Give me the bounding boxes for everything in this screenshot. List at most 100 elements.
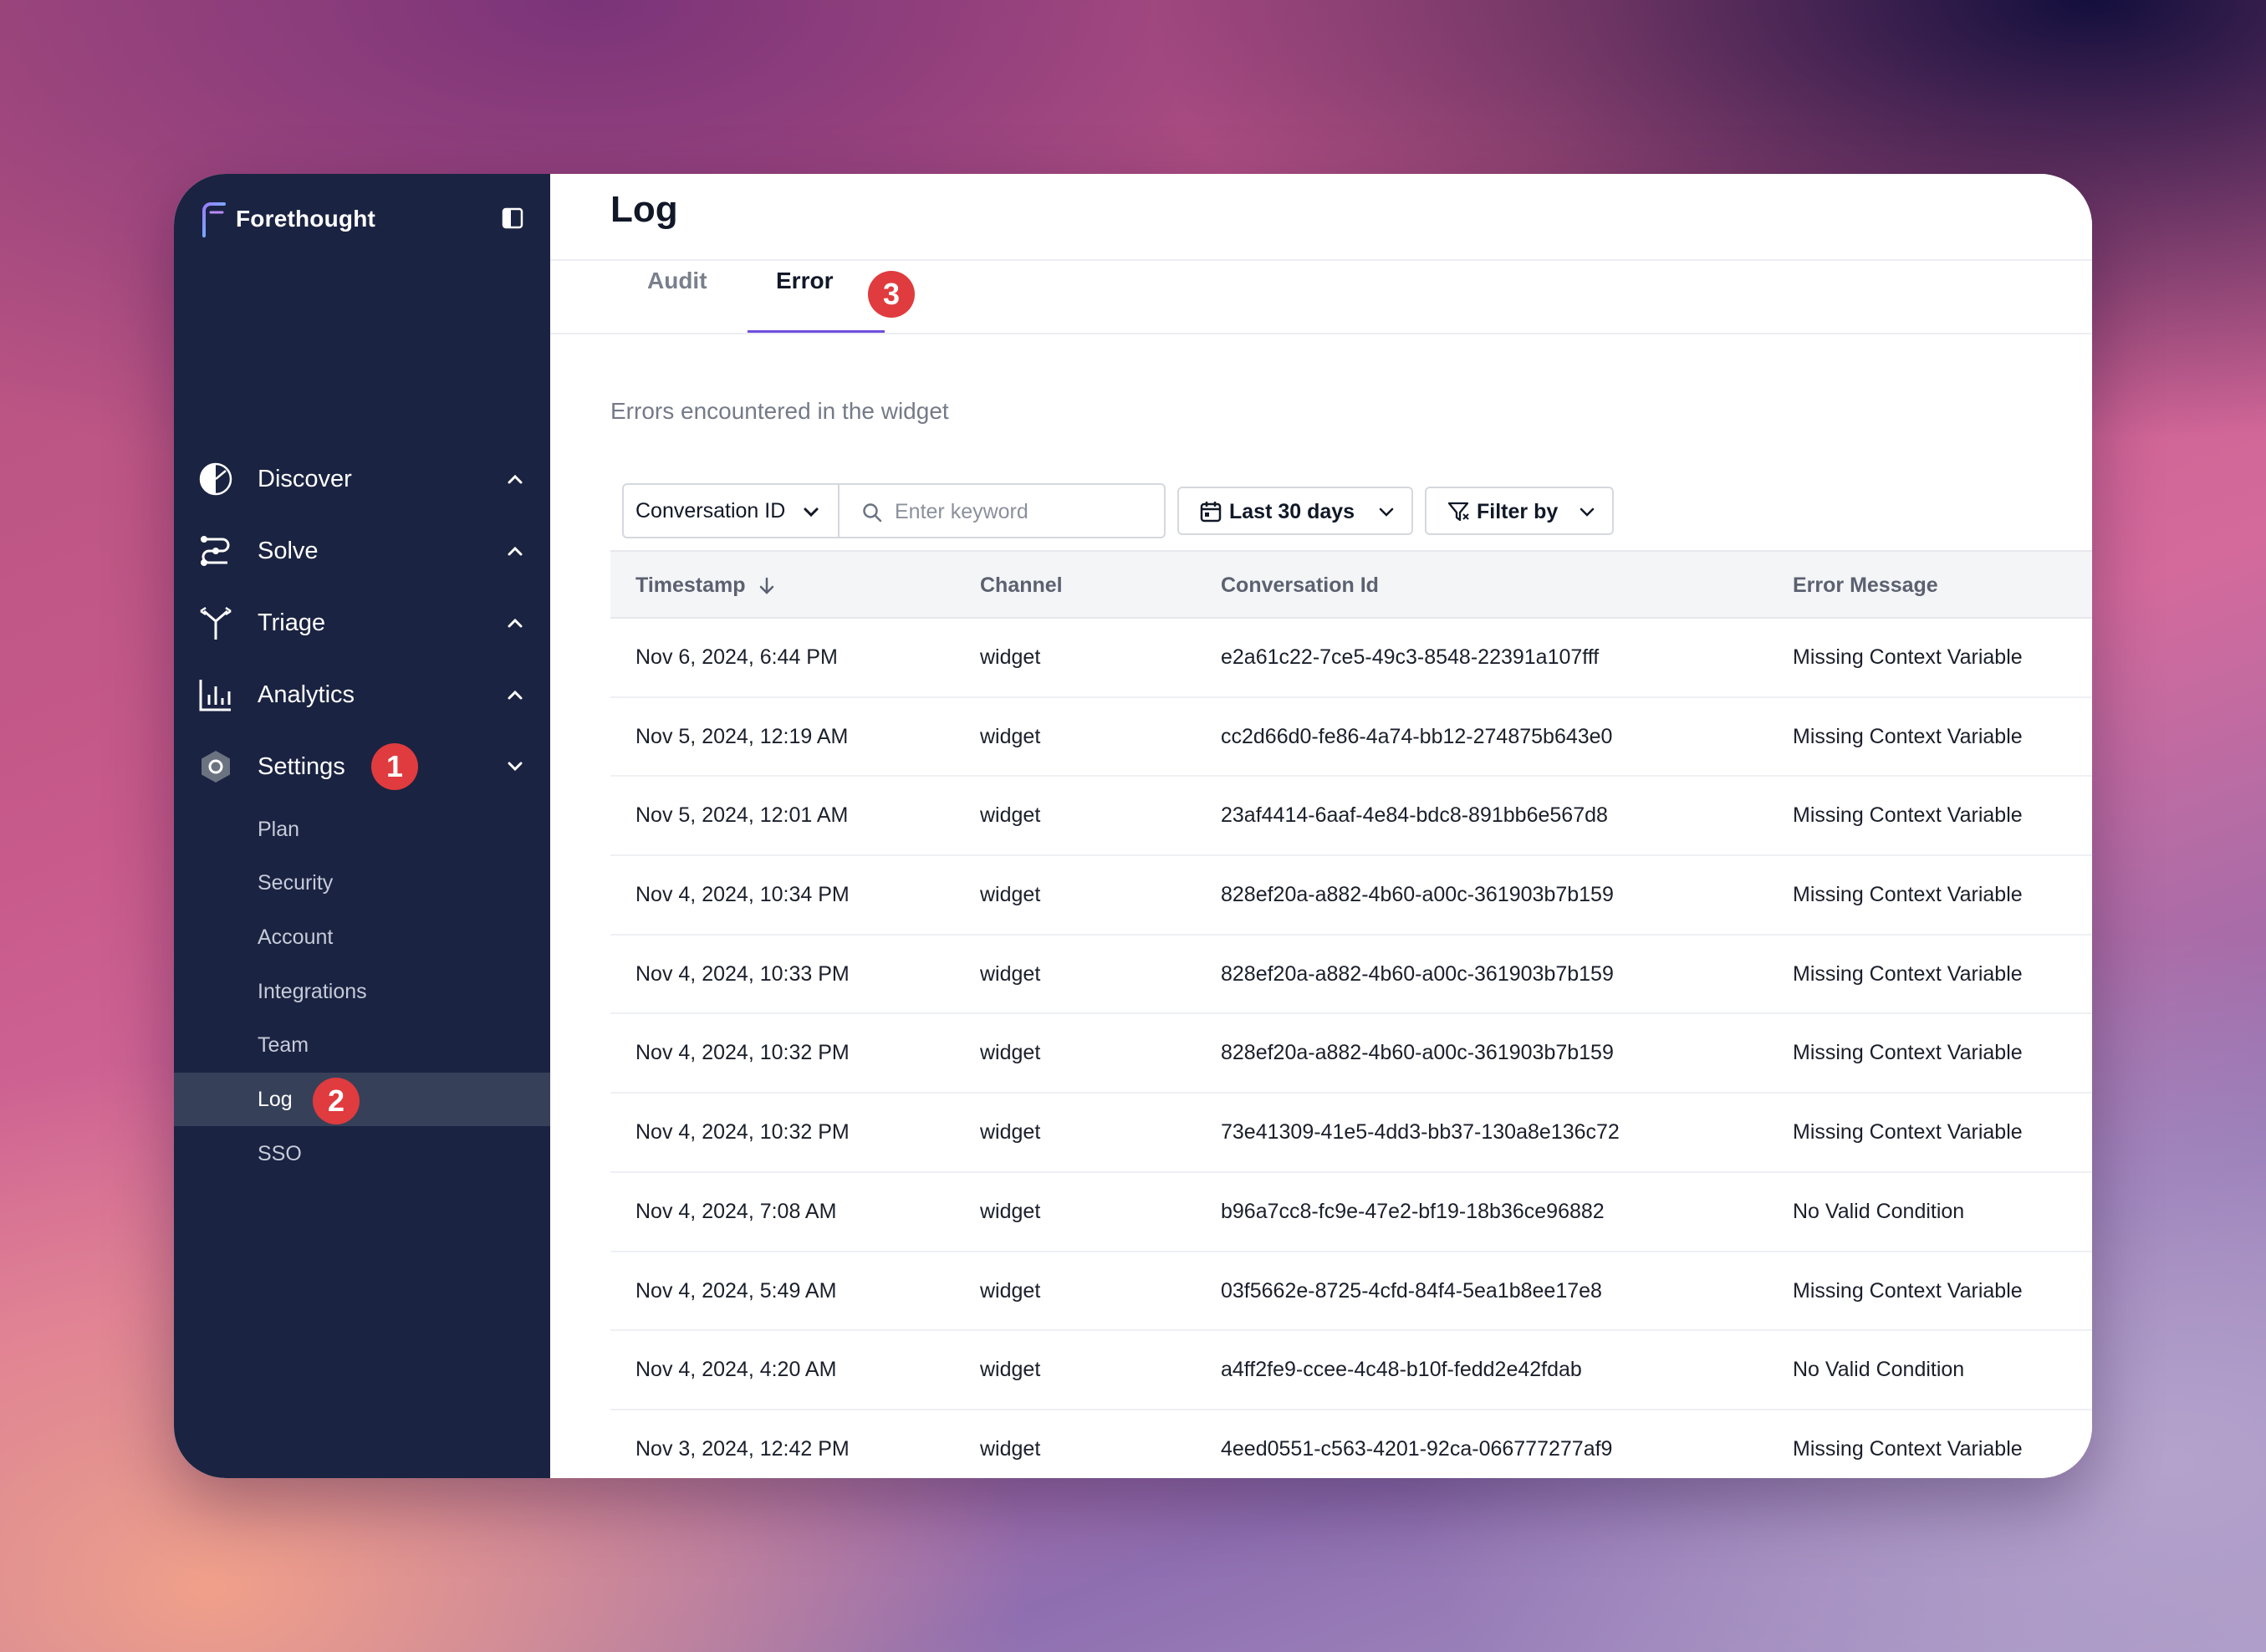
brand[interactable]: Forethought xyxy=(197,199,375,239)
page-title: Log xyxy=(610,189,678,230)
column-header-timestamp[interactable]: Timestamp xyxy=(635,574,746,598)
filter-dropdown[interactable]: Filter by xyxy=(1425,487,1614,535)
nav-solve[interactable]: Solve xyxy=(174,523,550,579)
cell-conversation-id[interactable]: 828ef20a-a882-4b60-a00c-361903b7b159 xyxy=(1221,1041,1614,1065)
table-header: Timestamp Channel Conversation Id Error … xyxy=(610,550,2092,619)
table-body: Nov 6, 2024, 6:44 PM widget e2a61c22-7ce5-… xyxy=(610,619,2092,1478)
filter-icon xyxy=(1447,502,1469,522)
cell-conversation-id[interactable]: cc2d66d0-fe86-4a74-bb12-274875b643e0 xyxy=(1221,725,1612,749)
sub-item-log[interactable]: Log xyxy=(174,1073,550,1126)
table-row[interactable]: Nov 4, 2024, 10:34 PM widget 828ef20a-a882… xyxy=(610,856,2092,936)
table-row[interactable]: Nov 4, 2024, 10:32 PM widget 73e41309-41e5… xyxy=(610,1094,2092,1173)
nav-settings[interactable]: Settings xyxy=(174,739,550,794)
search-icon xyxy=(863,503,882,523)
error-log-table: Timestamp Channel Conversation Id Error … xyxy=(610,550,2092,1478)
column-header-conversation-id[interactable]: Conversation Id xyxy=(1221,574,1379,598)
cell-conversation-id[interactable]: e2a61c22-7ce5-49c3-8548-22391a107fff xyxy=(1221,645,1599,670)
sub-item-account[interactable]: Account xyxy=(174,910,550,964)
page-subtitle: Errors encountered in the widget xyxy=(610,398,949,424)
sort-descending-icon[interactable] xyxy=(756,575,778,597)
chevron-down-icon xyxy=(804,507,819,518)
cell-timestamp: Nov 4, 2024, 5:49 AM xyxy=(635,1278,837,1303)
sub-item-plan[interactable]: Plan xyxy=(174,803,550,856)
filter-label: Filter by xyxy=(1477,500,1559,523)
cell-error-message: No Valid Condition xyxy=(1793,1199,1965,1223)
cell-error-message: Missing Context Variable xyxy=(1793,1436,2023,1461)
search-box xyxy=(840,483,1166,538)
divider xyxy=(550,333,2092,334)
sub-item-label: Plan xyxy=(258,817,300,841)
chevron-down-icon xyxy=(508,762,523,772)
cell-timestamp: Nov 4, 2024, 10:32 PM xyxy=(635,1120,850,1145)
table-row[interactable]: Nov 4, 2024, 7:08 AM widget b96a7cc8-fc9e-… xyxy=(610,1173,2092,1252)
table-row[interactable]: Nov 4, 2024, 10:32 PM widget 828ef20a-a882… xyxy=(610,1014,2092,1094)
cell-channel: widget xyxy=(980,645,1041,669)
cell-error-message: Missing Context Variable xyxy=(1793,724,2023,748)
table-row[interactable]: Nov 5, 2024, 12:01 AM widget 23af4414-6aaf… xyxy=(610,777,2092,857)
cell-error-message: No Valid Condition xyxy=(1793,1358,1965,1382)
cell-channel: widget xyxy=(980,1120,1041,1145)
cell-error-message: Missing Context Variable xyxy=(1793,883,2023,907)
annotation-badge-2: 2 xyxy=(313,1078,360,1124)
table-row[interactable]: Nov 3, 2024, 12:42 PM widget 4eed0551-c563… xyxy=(610,1410,2092,1478)
cell-conversation-id[interactable]: 73e41309-41e5-4dd3-bb37-130a8e136c72 xyxy=(1221,1120,1620,1145)
nav-triage[interactable]: Triage xyxy=(174,595,550,650)
column-header-channel[interactable]: Channel xyxy=(980,574,1063,598)
table-row[interactable]: Nov 4, 2024, 10:33 PM widget 828ef20a-a882… xyxy=(610,936,2092,1015)
sub-item-security[interactable]: Security xyxy=(174,856,550,910)
analytics-icon xyxy=(199,680,231,711)
chevron-up-icon xyxy=(508,618,523,628)
solve-icon xyxy=(201,536,230,566)
table-row[interactable]: Nov 5, 2024, 12:19 AM widget cc2d66d0-fe86… xyxy=(610,698,2092,778)
sub-item-team[interactable]: Team xyxy=(174,1018,550,1072)
nav-analytics[interactable]: Analytics xyxy=(174,667,550,722)
cell-channel: widget xyxy=(980,724,1041,748)
calendar-icon xyxy=(1200,502,1222,523)
sub-item-sso[interactable]: SSO xyxy=(174,1127,550,1180)
cell-conversation-id[interactable]: 828ef20a-a882-4b60-a00c-361903b7b159 xyxy=(1221,962,1614,987)
cell-error-message: Missing Context Variable xyxy=(1793,1278,2023,1303)
nav-label: Settings xyxy=(258,752,345,780)
collapse-sidebar-icon[interactable] xyxy=(502,207,523,229)
forethought-logo-icon xyxy=(202,202,226,237)
sidebar: Forethought Discover Solve Triage Analyt… xyxy=(174,174,550,1478)
cell-conversation-id[interactable]: a4ff2fe9-ccee-4c48-b10f-fedd2e42fdab xyxy=(1221,1358,1582,1382)
tab-audit[interactable]: Audit xyxy=(647,268,707,294)
cell-channel: widget xyxy=(980,1278,1041,1303)
chevron-down-icon xyxy=(1379,507,1394,517)
sub-item-integrations[interactable]: Integrations xyxy=(174,965,550,1018)
cell-timestamp: Nov 4, 2024, 10:33 PM xyxy=(635,961,850,986)
sub-item-label: Log xyxy=(258,1087,293,1111)
nav-discover[interactable]: Discover xyxy=(174,451,550,507)
cell-conversation-id[interactable]: 4eed0551-c563-4201-92ca-066777277af9 xyxy=(1221,1437,1612,1461)
table-row[interactable]: Nov 4, 2024, 5:49 AM widget 03f5662e-8725-… xyxy=(610,1252,2092,1332)
nav-label: Triage xyxy=(258,609,326,636)
cell-conversation-id[interactable]: 03f5662e-8725-4cfd-84f4-5ea1b8ee17e8 xyxy=(1221,1279,1602,1303)
search-field-select[interactable]: Conversation ID xyxy=(622,483,840,538)
triage-icon xyxy=(200,606,232,640)
cell-channel: widget xyxy=(980,1358,1041,1382)
cell-timestamp: Nov 6, 2024, 6:44 PM xyxy=(635,645,838,669)
chevron-up-icon xyxy=(508,690,523,700)
cell-channel: widget xyxy=(980,883,1041,907)
cell-channel: widget xyxy=(980,1041,1041,1065)
cell-conversation-id[interactable]: 23af4414-6aaf-4e84-bdc8-891bb6e567d8 xyxy=(1221,803,1608,828)
cell-error-message: Missing Context Variable xyxy=(1793,961,2023,986)
search-input[interactable] xyxy=(895,495,1146,528)
sub-item-label: Account xyxy=(258,925,334,949)
tab-error[interactable]: Error xyxy=(776,268,833,294)
column-header-error-message[interactable]: Error Message xyxy=(1793,574,1938,598)
table-row[interactable]: Nov 4, 2024, 4:20 AM widget a4ff2fe9-ccee-… xyxy=(610,1331,2092,1410)
cell-error-message: Missing Context Variable xyxy=(1793,645,2023,669)
cell-error-message: Missing Context Variable xyxy=(1793,1120,2023,1145)
table-row[interactable]: Nov 6, 2024, 6:44 PM widget e2a61c22-7ce5-… xyxy=(610,619,2092,698)
discover-icon xyxy=(199,462,232,496)
app-window: Forethought Discover Solve Triage Analyt… xyxy=(174,174,2092,1478)
toolbar: Conversation ID xyxy=(622,483,1166,538)
cell-timestamp: Nov 3, 2024, 12:42 PM xyxy=(635,1436,850,1461)
cell-conversation-id[interactable]: 828ef20a-a882-4b60-a00c-361903b7b159 xyxy=(1221,883,1614,907)
cell-conversation-id[interactable]: b96a7cc8-fc9e-47e2-bf19-18b36ce96882 xyxy=(1221,1200,1605,1224)
cell-timestamp: Nov 4, 2024, 10:34 PM xyxy=(635,883,850,907)
date-range-dropdown[interactable]: Last 30 days xyxy=(1177,487,1413,535)
settings-icon xyxy=(202,751,230,783)
